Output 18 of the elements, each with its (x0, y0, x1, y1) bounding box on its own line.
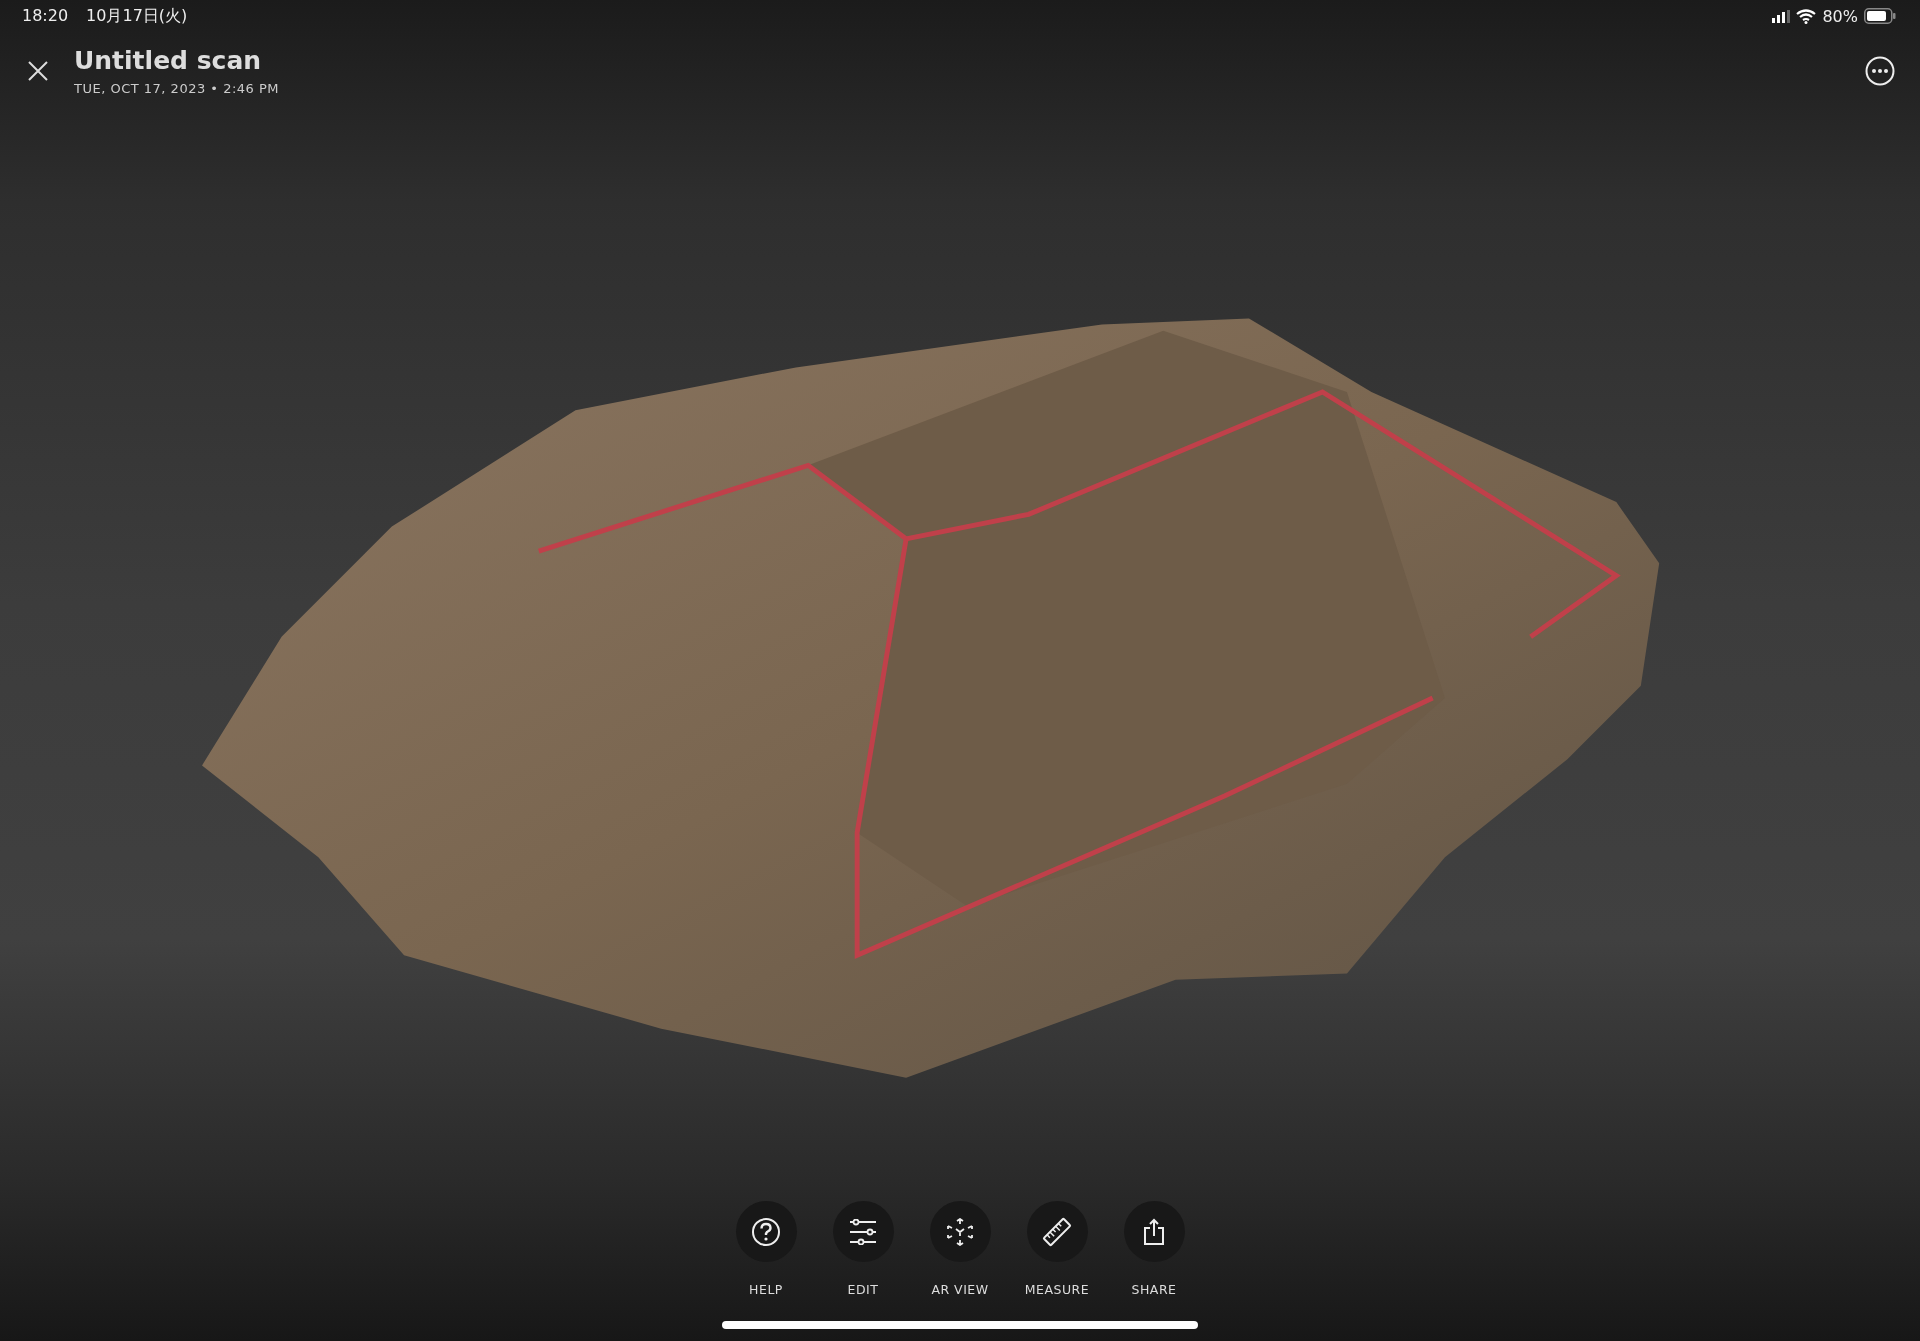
more-button[interactable] (1864, 55, 1896, 87)
signal-icon (1772, 9, 1791, 23)
more-icon (1865, 56, 1895, 86)
scan-title: Untitled scan (74, 46, 263, 75)
sliders-icon (849, 1218, 877, 1245)
help-icon (751, 1216, 781, 1247)
battery-percent: 80% (1822, 6, 1858, 26)
ruler-icon (1042, 1216, 1072, 1247)
status-time: 18:20 (22, 5, 69, 27)
battery-icon (1864, 8, 1896, 24)
share-icon (1143, 1217, 1165, 1246)
close-icon (27, 60, 49, 82)
scan-timestamp: TUE, OCT 17, 2023 • 2:46 PM (74, 81, 280, 96)
cube-arrows-icon (946, 1217, 974, 1246)
status-date: 10月17日(火) (86, 5, 188, 27)
terrain-scan-drawing[interactable] (202, 318, 1660, 1078)
wifi-icon (1796, 8, 1817, 24)
close-button[interactable] (26, 59, 50, 83)
